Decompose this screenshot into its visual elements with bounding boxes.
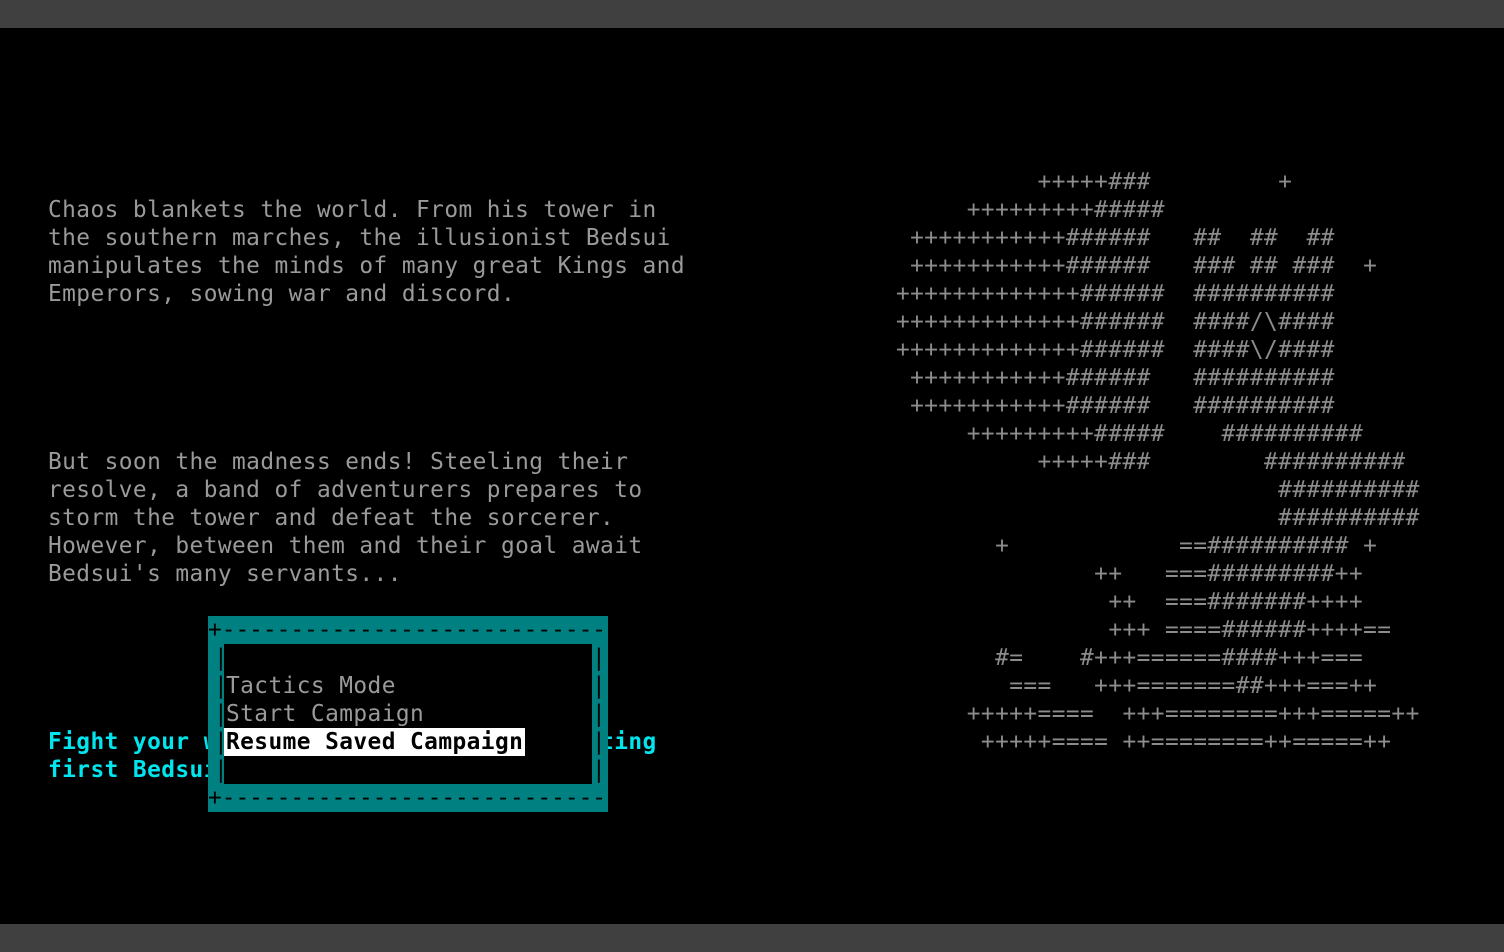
main-menu: +-------------------------------------+ …: [208, 616, 608, 812]
tower-ascii-art: +++++### + +++++++++##### +++++++++++###…: [896, 169, 1420, 755]
menu-item-tactics-mode[interactable]: Tactics Mode: [224, 672, 398, 700]
menu-frame-bottom: +-------------------------------------+: [208, 785, 608, 811]
menu-item-start-campaign[interactable]: Start Campaign: [224, 700, 426, 728]
menu-frame-right: | | | | |: [592, 645, 606, 783]
story-intro: Chaos blankets the world. From his tower…: [48, 197, 685, 307]
menu-frame-top: +-------------------------------------+: [208, 617, 608, 643]
story-second: But soon the madness ends! Steeling thei…: [48, 449, 643, 587]
menu-item-resume-saved-campaign[interactable]: Resume Saved Campaign: [224, 728, 526, 756]
game-screen: Chaos blankets the world. From his tower…: [0, 28, 1504, 924]
